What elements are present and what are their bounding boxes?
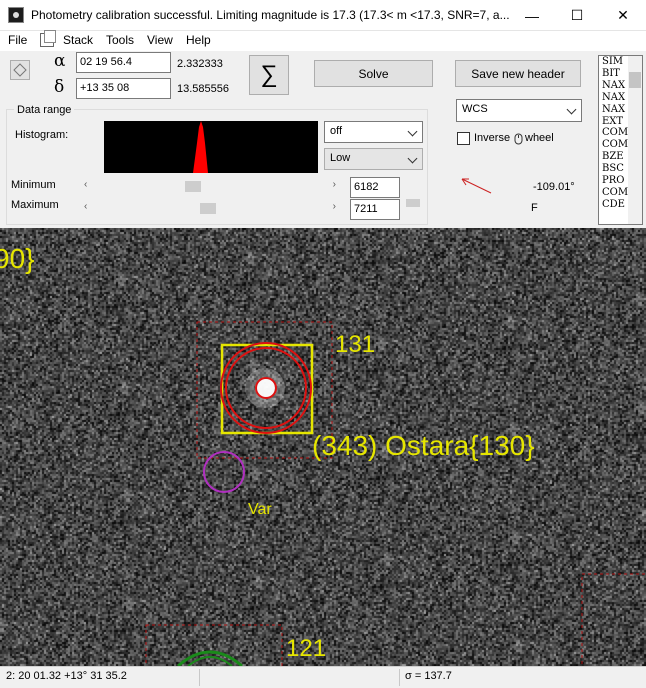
fits-header-scrollbar[interactable]	[628, 56, 642, 224]
rotate-toggle-button[interactable]	[10, 60, 30, 80]
star-121-ring	[177, 650, 243, 666]
maximum-label: Maximum	[11, 199, 59, 211]
range-vertical-slider[interactable]	[404, 179, 423, 221]
wcs-select-value: WCS	[462, 103, 488, 115]
range-vertical-thumb[interactable]	[406, 199, 420, 207]
chevron-down-icon	[407, 153, 418, 164]
inverse-wheel-checkbox[interactable]	[457, 132, 470, 145]
data-range-title: Data range	[14, 104, 75, 116]
diamond-icon	[13, 63, 27, 77]
inverse-label: Inverse	[474, 132, 511, 144]
maximum-slider-thumb[interactable]	[200, 203, 216, 214]
star-121-ring-inner	[187, 656, 233, 666]
wheel-label: wheel	[525, 132, 554, 144]
annotation-overlay: 90} 131 (343) Ostara{130} Var 121	[0, 243, 646, 666]
minimum-slider[interactable]: ‹ ›	[82, 179, 338, 193]
star-halo	[245, 368, 285, 408]
rotation-angle: -109.01°	[533, 181, 575, 193]
wcs-select[interactable]: WCS	[456, 99, 582, 122]
window-title: Photometry calibration successful. Limit…	[31, 8, 510, 22]
menu-help[interactable]: Help	[186, 33, 211, 47]
range-mode-value: Low	[330, 152, 351, 164]
chevron-down-icon	[407, 126, 418, 137]
minimum-label: Minimum	[11, 179, 56, 191]
control-panel: α 02 19 56.4 2.332333 δ +13 35 08 13.585…	[0, 51, 646, 228]
histogram-plot	[193, 121, 208, 173]
app-icon	[8, 7, 24, 23]
stretch-select-value: off	[330, 125, 343, 137]
maximize-button[interactable]: ☐	[554, 0, 600, 31]
maximum-value-input[interactable]: 7211	[350, 199, 400, 220]
delta-symbol: δ	[54, 77, 65, 97]
dec-input[interactable]: +13 35 08	[76, 78, 171, 99]
asteroid-label: (343) Ostara{130}	[312, 430, 535, 461]
menu-tools[interactable]: Tools	[106, 33, 134, 47]
star-121-box	[145, 624, 283, 666]
sigma-button[interactable]: ∑	[249, 55, 289, 95]
histogram	[104, 121, 318, 173]
cursor-position: 2: 20 01.32 +13° 31 35.2	[6, 670, 127, 682]
close-button[interactable]: ✕	[600, 0, 646, 31]
status-separator	[199, 669, 200, 686]
edge-object-box	[581, 573, 646, 666]
menu-file[interactable]: File	[8, 33, 27, 47]
ra-input[interactable]: 02 19 56.4	[76, 52, 171, 73]
star-131-label: 131	[335, 331, 375, 358]
chevron-left-icon[interactable]: ‹	[84, 201, 87, 212]
ra-decimal: 2.332333	[177, 58, 223, 70]
chevron-left-icon[interactable]: ‹	[84, 179, 87, 190]
chevron-right-icon[interactable]: ›	[333, 201, 336, 212]
alpha-symbol: α	[54, 51, 66, 71]
status-bar: 2: 20 01.32 +13° 31 35.2 σ = 137.7	[0, 666, 646, 688]
menu-view[interactable]: View	[147, 33, 173, 47]
minimize-button[interactable]: —	[509, 0, 555, 31]
minimum-value-input[interactable]: 6182	[350, 177, 400, 198]
save-new-header-button[interactable]: Save new header	[455, 60, 581, 87]
histogram-peak	[193, 121, 208, 173]
fits-header-list[interactable]: SIM BIT NAX NAX NAX EXT COM COM BZE BSC PRO COM CDE	[598, 55, 643, 225]
dec-decimal: 13.585556	[177, 83, 229, 95]
solve-button[interactable]: Solve	[314, 60, 433, 87]
variable-star-label: Var	[248, 501, 272, 518]
orientation-arrow-icon	[461, 178, 492, 194]
star-121-label: 121	[286, 635, 326, 662]
noise-sigma: σ = 137.7	[405, 670, 452, 682]
chevron-down-icon	[566, 104, 577, 115]
histogram-label: Histogram:	[15, 129, 69, 141]
status-separator	[399, 669, 400, 686]
fits-header-scroll-thumb[interactable]	[629, 72, 641, 88]
title-bar: Photometry calibration successful. Limit…	[0, 0, 646, 31]
maximum-slider[interactable]: ‹ ›	[82, 201, 338, 215]
image-viewer[interactable]: 90} 131 (343) Ostara{130} Var 121	[0, 228, 646, 666]
menu-stack[interactable]: Stack	[63, 33, 93, 47]
menu-bar: File Stack Tools View Help	[0, 31, 646, 51]
mouse-icon	[514, 133, 523, 145]
partial-annotation-label: 90}	[0, 243, 35, 274]
minimum-slider-thumb[interactable]	[185, 181, 201, 192]
flip-indicator: F	[531, 202, 538, 214]
chevron-right-icon[interactable]: ›	[333, 179, 336, 190]
stretch-select[interactable]: off	[324, 121, 423, 143]
stack-icon	[40, 30, 56, 47]
range-mode-select[interactable]: Low	[324, 148, 423, 170]
